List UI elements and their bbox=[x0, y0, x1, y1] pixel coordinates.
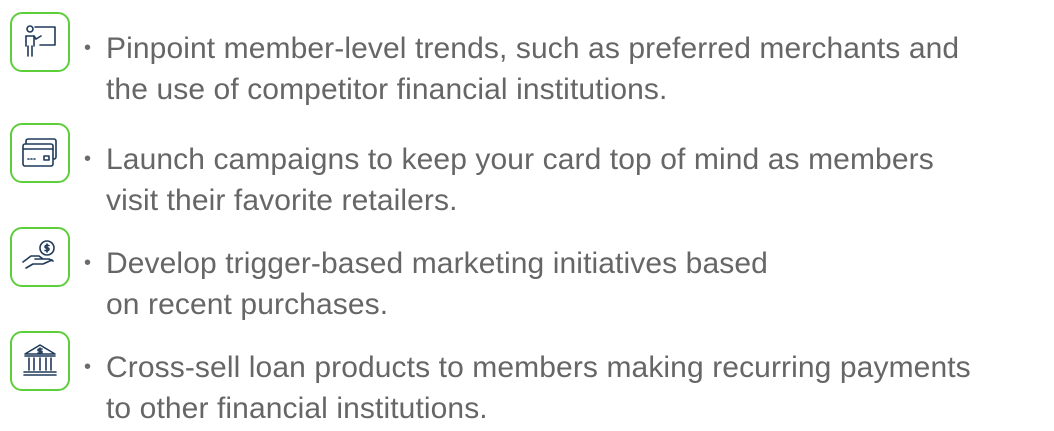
presenter-icon-box bbox=[10, 12, 70, 72]
bullet: • bbox=[84, 252, 92, 274]
presenter-icon bbox=[25, 25, 56, 57]
item-text: Cross-sell loan products to members maki… bbox=[106, 351, 971, 425]
bullet: • bbox=[84, 356, 92, 378]
credit-card-icon bbox=[22, 138, 57, 167]
credit-card-icon-box bbox=[10, 123, 70, 183]
benefits-list: • Pinpoint member-level trends, such as … bbox=[0, 0, 1054, 427]
item-text: Pinpoint member-level trends, such as pr… bbox=[106, 32, 960, 106]
hand-coin-icon bbox=[22, 240, 55, 269]
bullet: • bbox=[84, 148, 92, 170]
bank-icon-box bbox=[10, 331, 70, 391]
item-text: Develop trigger-based marketing initiati… bbox=[106, 247, 768, 321]
hand-coin-icon-box bbox=[10, 227, 70, 287]
bank-icon bbox=[23, 344, 57, 376]
bullet: • bbox=[84, 37, 92, 59]
item-text: Launch campaigns to keep your card top o… bbox=[106, 143, 934, 217]
